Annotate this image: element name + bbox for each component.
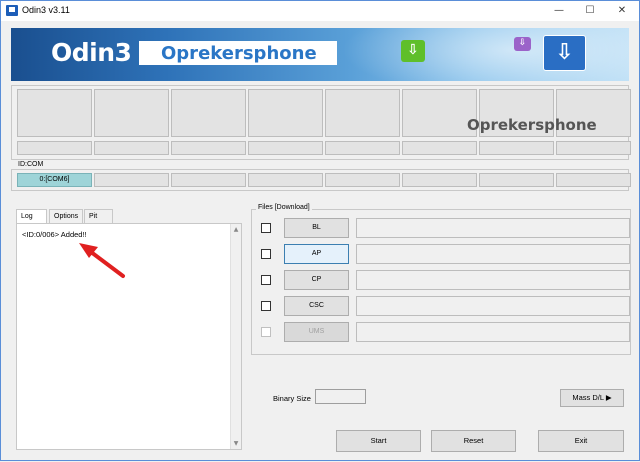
file-row-cp: CP <box>261 270 631 290</box>
com-port-slot <box>556 173 631 187</box>
device-slot <box>17 89 92 137</box>
device-slot-progress <box>17 141 92 155</box>
maximize-button[interactable]: ☐ <box>575 1 605 21</box>
banner-subtitle: Oprekersphone <box>161 43 317 64</box>
mass-dl-button[interactable]: Mass D/L ▶ <box>560 389 624 407</box>
download-blue-icon: ⇩ <box>543 35 586 71</box>
file-row-csc: CSC <box>261 296 631 316</box>
start-button[interactable]: Start <box>336 430 421 452</box>
scroll-down-icon[interactable]: ▼ <box>231 438 241 449</box>
minimize-button[interactable]: — <box>544 1 574 21</box>
device-slot-progress <box>94 141 169 155</box>
banner-brand: Odin3 <box>51 38 132 67</box>
ums-checkbox <box>261 327 271 337</box>
com-port-slot <box>479 173 554 187</box>
ums-button: UMS <box>284 322 349 342</box>
log-line: <ID:0/006> Added!! <box>22 230 87 239</box>
tab-options[interactable]: Options <box>49 209 83 224</box>
com-port-slot <box>94 173 169 187</box>
device-slot <box>248 89 323 137</box>
ap-button[interactable]: AP <box>284 244 349 264</box>
files-legend: Files [Download] <box>256 204 312 211</box>
ap-path-field <box>356 244 630 264</box>
exit-button[interactable]: Exit <box>538 430 624 452</box>
file-row-ums: UMS <box>261 322 631 342</box>
download-green-icon: ⇩ <box>401 40 425 62</box>
cp-path-field <box>356 270 630 290</box>
title-bar: Odin3 v3.11 — ☐ ✕ <box>1 1 639 21</box>
binary-size-label: Binary Size <box>273 394 311 403</box>
file-row-ap: AP <box>261 244 631 264</box>
device-slot-progress <box>479 141 554 155</box>
download-purple-icon: ⇩ <box>514 37 531 51</box>
reset-button[interactable]: Reset <box>431 430 516 452</box>
csc-button[interactable]: CSC <box>284 296 349 316</box>
odin-window: Odin3 v3.11 — ☐ ✕ Odin3 Oprekersphone ⇩ … <box>0 0 640 461</box>
csc-checkbox[interactable] <box>261 301 271 311</box>
bl-path-field <box>356 218 630 238</box>
ums-path-field <box>356 322 630 342</box>
close-button[interactable]: ✕ <box>607 1 637 21</box>
binary-size-field <box>315 389 366 404</box>
bl-checkbox[interactable] <box>261 223 271 233</box>
com-port-slot: 0:[COM6] <box>17 173 92 187</box>
csc-path-field <box>356 296 630 316</box>
odin-banner: Odin3 Oprekersphone ⇩ ⇩ ⇩ <box>11 28 629 81</box>
log-scrollbar[interactable]: ▲ ▼ <box>230 224 241 449</box>
log-panel[interactable]: <ID:0/006> Added!! ▲ ▼ <box>16 223 242 450</box>
odin-app-icon <box>6 5 18 16</box>
device-slot <box>94 89 169 137</box>
com-port-slot <box>325 173 400 187</box>
banner-subtitle-box: Oprekersphone <box>139 41 337 65</box>
device-slot <box>325 89 400 137</box>
com-port-slot <box>171 173 246 187</box>
device-slot <box>171 89 246 137</box>
com-port-slot <box>402 173 477 187</box>
bl-button[interactable]: BL <box>284 218 349 238</box>
file-row-bl: BL <box>261 218 631 238</box>
id-com-label: ID:COM <box>18 161 44 168</box>
device-slot-progress <box>402 141 477 155</box>
cp-button[interactable]: CP <box>284 270 349 290</box>
device-slot-progress <box>171 141 246 155</box>
device-slot-progress <box>556 141 631 155</box>
device-slot-progress <box>325 141 400 155</box>
window-title: Odin3 v3.11 <box>22 5 70 15</box>
tab-pit[interactable]: Pit <box>84 209 113 224</box>
scroll-up-icon[interactable]: ▲ <box>231 224 241 235</box>
com-port-slot <box>248 173 323 187</box>
device-slot-progress <box>248 141 323 155</box>
ap-checkbox[interactable] <box>261 249 271 259</box>
watermark: Oprekersphone <box>467 116 597 134</box>
cp-checkbox[interactable] <box>261 275 271 285</box>
device-slot <box>402 89 477 137</box>
